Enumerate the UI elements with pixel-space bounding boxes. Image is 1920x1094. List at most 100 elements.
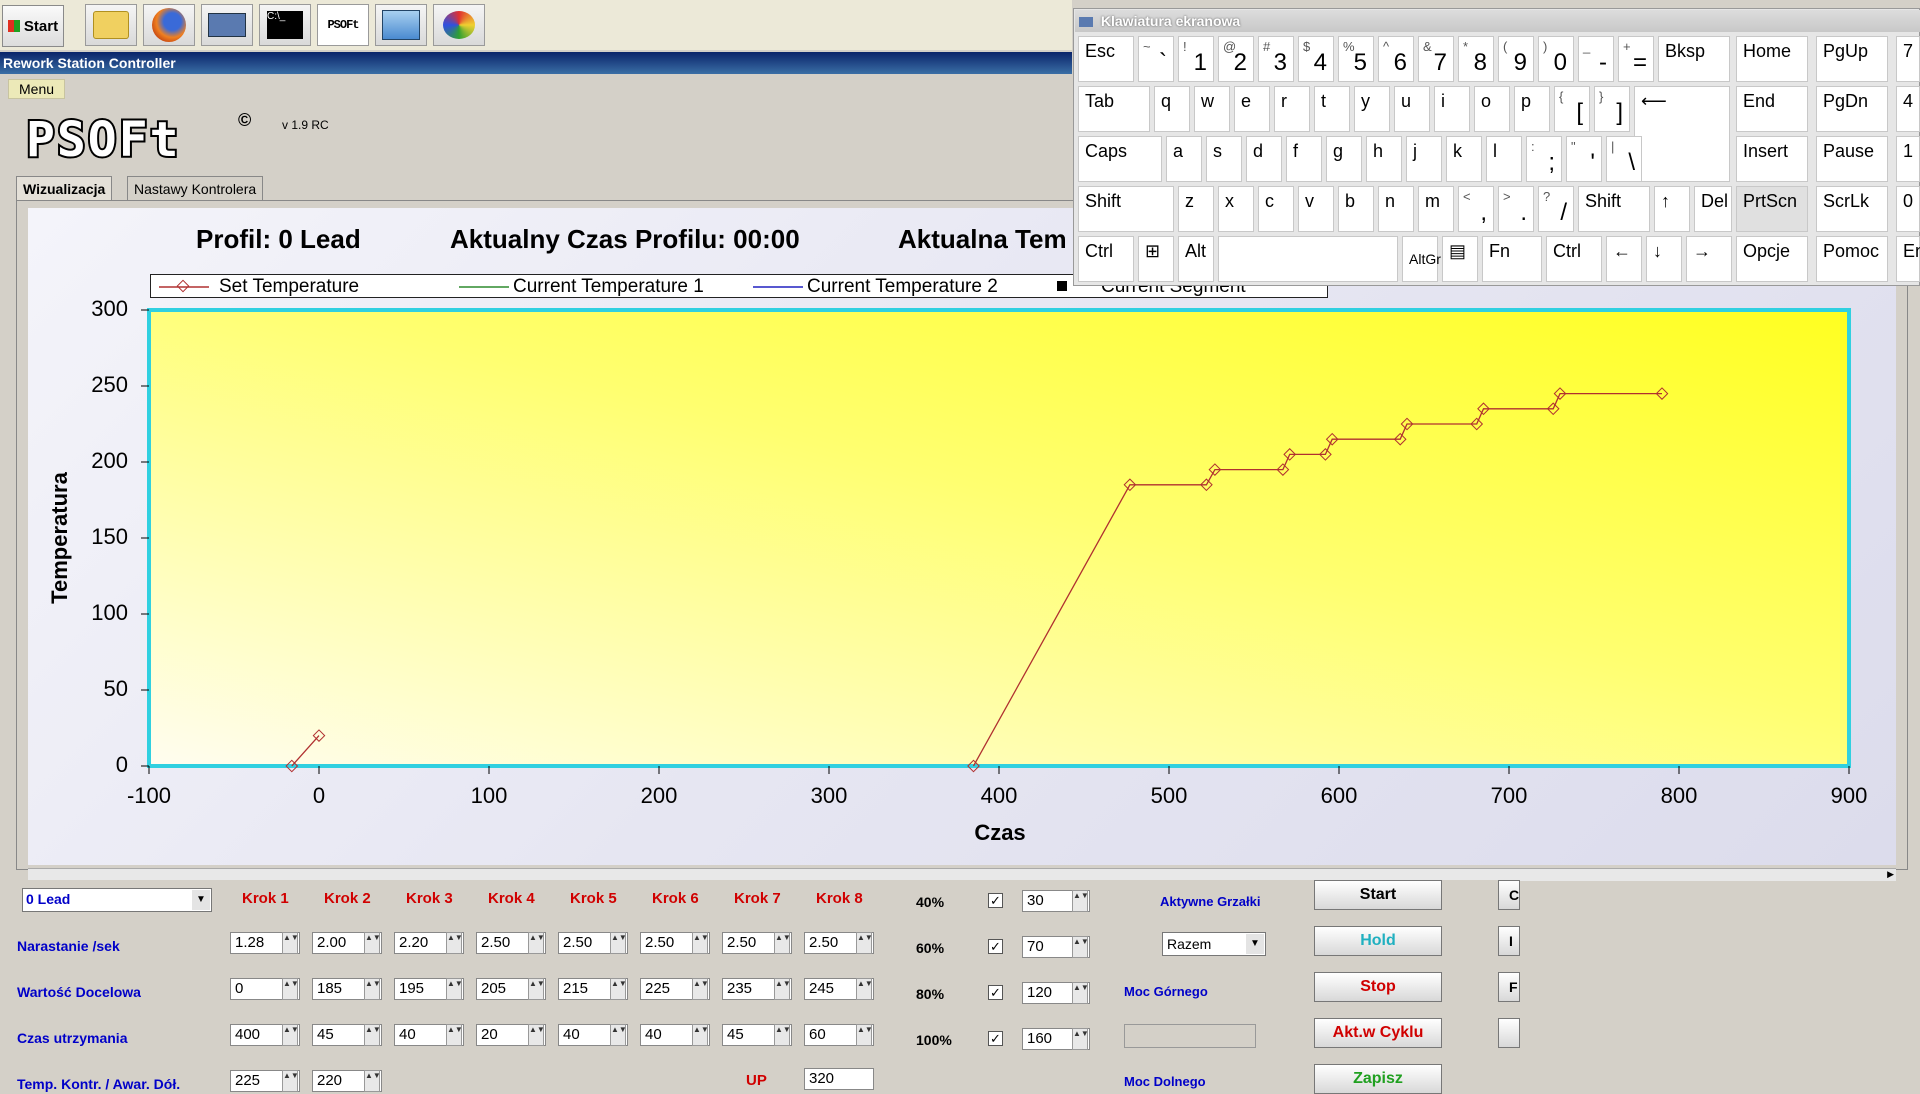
key-o[interactable]: o — [1474, 86, 1510, 132]
spinner-icon[interactable]: ▲▼ — [364, 932, 381, 954]
key-w[interactable]: w — [1194, 86, 1230, 132]
spinner-icon[interactable]: ▲▼ — [692, 932, 709, 954]
power-checkbox[interactable]: ✓ — [988, 985, 1003, 1000]
key-r[interactable]: r — [1274, 86, 1310, 132]
key-⊞[interactable]: ⊞ — [1138, 236, 1174, 282]
action-button-start[interactable]: Start — [1314, 880, 1442, 910]
key-p[interactable]: p — [1514, 86, 1550, 132]
key-4[interactable]: $4 — [1298, 36, 1334, 82]
spinner-icon[interactable]: ▲▼ — [364, 1024, 381, 1046]
spinner-icon[interactable]: ▲▼ — [364, 1070, 381, 1092]
edge-button[interactable]: C — [1498, 880, 1520, 910]
key-↑[interactable]: ↑ — [1654, 186, 1690, 232]
profile-select[interactable]: 0 Lead ▼ — [22, 888, 212, 912]
action-button-akt-w-cyklu[interactable]: Akt.w Cyklu — [1314, 1018, 1442, 1048]
key-end[interactable]: End — [1736, 86, 1808, 132]
key-i[interactable]: i — [1434, 86, 1470, 132]
key-prtscn[interactable]: PrtScn — [1736, 186, 1808, 232]
key-e[interactable]: e — [1234, 86, 1270, 132]
key-;[interactable]: :; — [1526, 136, 1562, 182]
key-c[interactable]: c — [1258, 186, 1294, 232]
power-checkbox[interactable]: ✓ — [988, 939, 1003, 954]
spinner-icon[interactable]: ▲▼ — [1072, 936, 1089, 958]
key-3[interactable]: #3 — [1258, 36, 1294, 82]
spinner-icon[interactable]: ▲▼ — [446, 978, 463, 1000]
key-,[interactable]: <, — [1458, 186, 1494, 232]
key-'[interactable]: " ' — [1566, 136, 1602, 182]
spinner-icon[interactable]: ▲▼ — [856, 932, 873, 954]
key-space[interactable] — [1218, 236, 1398, 282]
key-m[interactable]: m — [1418, 186, 1454, 232]
key-shift[interactable]: Shift — [1578, 186, 1650, 232]
key-pause[interactable]: Pause — [1816, 136, 1888, 182]
spinner-icon[interactable]: ▲▼ — [692, 1024, 709, 1046]
spinner-icon[interactable]: ▲▼ — [856, 1024, 873, 1046]
razem-select[interactable]: Razem ▼ — [1162, 932, 1266, 956]
key-5[interactable]: % 5 — [1338, 36, 1374, 82]
key-u[interactable]: u — [1394, 86, 1430, 132]
spinner-icon[interactable]: ▲▼ — [774, 978, 791, 1000]
key-2[interactable]: @2 — [1218, 36, 1254, 82]
key-ctrl[interactable]: Ctrl — [1546, 236, 1602, 282]
spinner-icon[interactable]: ▲▼ — [528, 1024, 545, 1046]
key-home[interactable]: Home — [1736, 36, 1808, 82]
key-esc[interactable]: Esc — [1078, 36, 1134, 82]
spinner-icon[interactable]: ▲▼ — [692, 978, 709, 1000]
spinner-icon[interactable]: ▲▼ — [774, 932, 791, 954]
key-del[interactable]: Del — [1694, 186, 1732, 232]
scroll-right-icon[interactable]: ▶ — [1887, 869, 1894, 880]
key-d[interactable]: d — [1246, 136, 1282, 182]
key-t[interactable]: t — [1314, 86, 1350, 132]
edge-button[interactable]: F — [1498, 972, 1520, 1002]
action-button-stop[interactable]: Stop — [1314, 972, 1442, 1002]
spinner-icon[interactable]: ▲▼ — [610, 978, 627, 1000]
key-9[interactable]: (9 — [1498, 36, 1534, 82]
key-`[interactable]: ~ ` — [1138, 36, 1174, 82]
key-opcje[interactable]: Opcje — [1736, 236, 1808, 282]
chevron-down-icon[interactable]: ▼ — [1246, 934, 1264, 954]
key-\[interactable]: | \ — [1606, 136, 1642, 182]
edge-button[interactable] — [1498, 1018, 1520, 1048]
key-1[interactable]: 1 — [1896, 136, 1920, 182]
action-button-hold[interactable]: Hold — [1314, 926, 1442, 956]
key-v[interactable]: v — [1298, 186, 1334, 232]
key-0[interactable]: 0 — [1896, 186, 1920, 232]
spinner-icon[interactable]: ▲▼ — [856, 978, 873, 1000]
key-k[interactable]: k — [1446, 136, 1482, 182]
spinner-icon[interactable]: ▲▼ — [610, 932, 627, 954]
key-l[interactable]: l — [1486, 136, 1522, 182]
key-4[interactable]: 4 — [1896, 86, 1920, 132]
key-alt[interactable]: Alt — [1178, 236, 1214, 282]
edge-button[interactable]: I — [1498, 926, 1520, 956]
key-tab[interactable]: Tab — [1078, 86, 1150, 132]
key-b[interactable]: b — [1338, 186, 1374, 232]
key-n[interactable]: n — [1378, 186, 1414, 232]
power-checkbox[interactable]: ✓ — [988, 1031, 1003, 1046]
key-1[interactable]: ! 1 — [1178, 36, 1214, 82]
chevron-down-icon[interactable]: ▼ — [192, 890, 210, 910]
key-en[interactable]: En — [1896, 236, 1920, 282]
key-pgdn[interactable]: PgDn — [1816, 86, 1888, 132]
key-=[interactable]: + = — [1618, 36, 1654, 82]
spinner-icon[interactable]: ▲▼ — [446, 932, 463, 954]
key-j[interactable]: j — [1406, 136, 1442, 182]
key-7[interactable]: & 7 — [1418, 36, 1454, 82]
spinner-icon[interactable]: ▲▼ — [446, 1024, 463, 1046]
up-value-input[interactable]: 320 — [804, 1068, 874, 1090]
key--[interactable]: _ - — [1578, 36, 1614, 82]
key-→[interactable]: → — [1686, 236, 1732, 282]
key-x[interactable]: x — [1218, 186, 1254, 232]
key-s[interactable]: s — [1206, 136, 1242, 182]
key-z[interactable]: z — [1178, 186, 1214, 232]
key-⟵[interactable]: ⟵ — [1634, 86, 1730, 182]
key-8[interactable]: * 8 — [1458, 36, 1494, 82]
key-[[interactable]: {[ — [1554, 86, 1590, 132]
key-][interactable]: }] — [1594, 86, 1630, 132]
action-button-zapisz[interactable]: Zapisz — [1314, 1064, 1442, 1094]
key-g[interactable]: g — [1326, 136, 1362, 182]
key-f[interactable]: f — [1286, 136, 1322, 182]
spinner-icon[interactable]: ▲▼ — [282, 1070, 299, 1092]
spinner-icon[interactable]: ▲▼ — [1072, 1028, 1089, 1050]
key-pgup[interactable]: PgUp — [1816, 36, 1888, 82]
key-shift[interactable]: Shift — [1078, 186, 1174, 232]
